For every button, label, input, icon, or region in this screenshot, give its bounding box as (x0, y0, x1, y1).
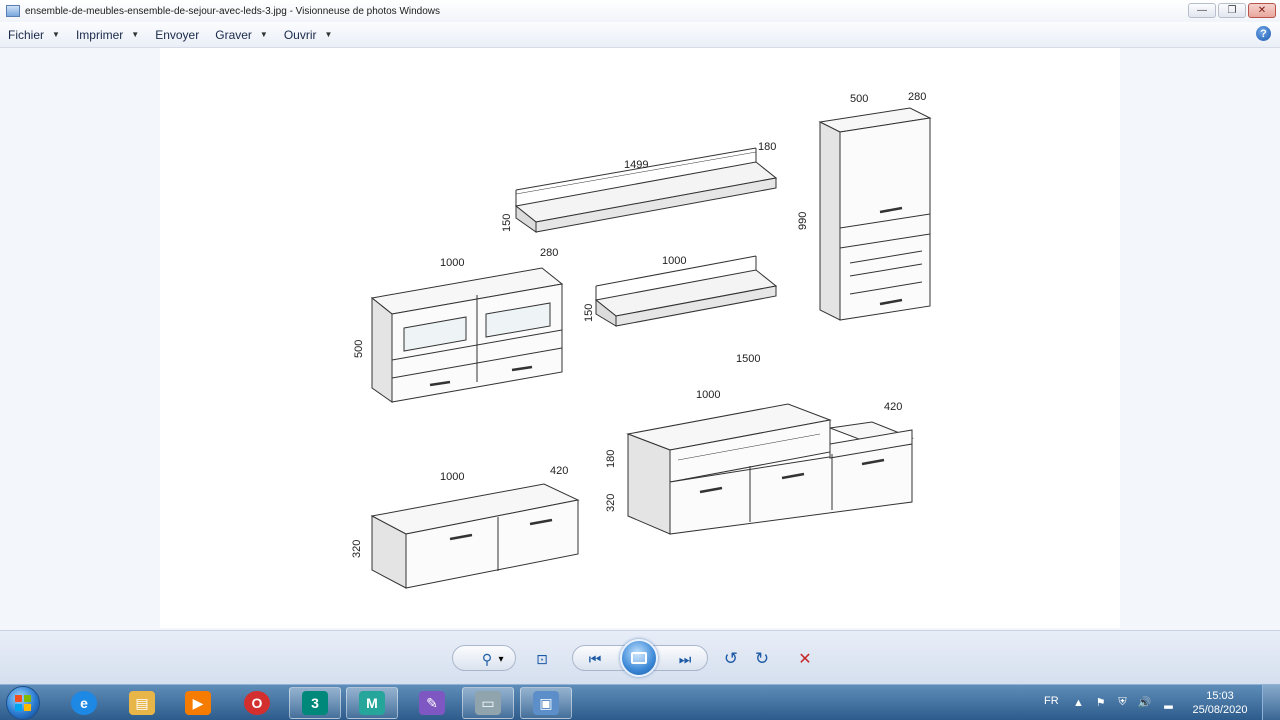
dim-tv-large-depth: 420 (884, 401, 902, 413)
help-icon[interactable]: ? (1256, 26, 1271, 41)
video-app-icon: ▭ (475, 691, 501, 715)
slideshow-button[interactable] (620, 639, 658, 677)
folder-icon: ▤ (129, 691, 155, 715)
restore-button[interactable]: ❐ (1218, 3, 1246, 18)
security-icon[interactable]: ⛨ (1116, 696, 1129, 709)
dim-shelf-mid-height: 150 (583, 304, 595, 322)
rotate-left-icon[interactable]: ↺ (720, 648, 742, 670)
furniture-drawing: 1499 180 150 1000 150 1000 280 500 500 2… (351, 91, 932, 589)
tv-unit-large (626, 403, 914, 535)
tv-unit-small (370, 483, 580, 589)
dim-shelf-mid-width: 1000 (662, 255, 686, 267)
zoom-dropdown-icon[interactable]: ▾ (496, 648, 506, 670)
photo-viewer-icon: ▣ (533, 691, 559, 715)
clock[interactable]: 15:03 25/08/2020 (1188, 689, 1252, 717)
glass-cabinet (370, 267, 564, 403)
previous-button[interactable]: ⏮ (582, 648, 608, 670)
next-button[interactable]: ⏭ (672, 648, 698, 670)
dim-tv-small-height: 320 (351, 540, 363, 558)
photo-viewer-app-icon (6, 5, 20, 17)
title-bar: ensemble-de-meubles-ensemble-de-sejour-a… (0, 0, 1280, 22)
menu-envoyer[interactable]: Envoyer (147, 24, 207, 46)
slideshow-icon (631, 652, 647, 664)
dim-tv-large-width: 1500 (736, 353, 760, 365)
dim-tv-small-width: 1000 (440, 471, 464, 483)
paint-icon: ✎ (419, 691, 445, 715)
menu-label: Ouvrir (283, 27, 317, 42)
taskbar-internet-explorer[interactable]: e (58, 687, 110, 719)
dim-cabinet-depth: 280 (540, 247, 558, 259)
actual-size-icon[interactable]: ⊡ (531, 648, 553, 670)
dim-tv-large-upper-height: 180 (605, 450, 617, 468)
clock-time: 15:03 (1206, 690, 1234, 702)
3dsmax-icon: 3 (302, 691, 328, 715)
taskbar-media-player[interactable]: ▶ (172, 687, 224, 719)
menu-label: Graver (215, 27, 252, 42)
start-button[interactable] (6, 686, 40, 720)
chevron-down-icon: ▼ (324, 30, 333, 39)
taskbar: e ▤ ▶ O 3 M ✎ ▭ ▣ FR ▲ ⚑ ⛨ 🔊 ▂ 15:03 25/… (0, 684, 1280, 720)
minimize-button[interactable]: — (1188, 3, 1216, 18)
dim-tv-large-lower-height: 320 (605, 494, 617, 512)
taskbar-opera[interactable]: O (231, 687, 283, 719)
dim-cabinet-width: 1000 (440, 257, 464, 269)
chevron-down-icon: ▼ (52, 30, 60, 39)
windows-logo-icon (15, 695, 31, 711)
action-center-icon[interactable]: ⚑ (1094, 696, 1107, 709)
chevron-down-icon: ▼ (259, 30, 268, 39)
dim-tv-large-inner-width: 1000 (696, 389, 720, 401)
window-title: ensemble-de-meubles-ensemble-de-sejour-a… (25, 5, 441, 17)
taskbar-file-explorer[interactable]: ▤ (116, 687, 168, 719)
menu-fichier[interactable]: Fichier ▼ (0, 24, 68, 46)
dim-tall-cabinet-width: 500 (850, 93, 868, 105)
delete-icon[interactable]: ✕ (794, 648, 816, 670)
chevron-down-icon: ▼ (131, 30, 140, 39)
menu-label: Fichier (8, 27, 45, 42)
taskbar-3dsmax[interactable]: 3 (289, 687, 341, 719)
maya-icon: M (359, 691, 385, 715)
taskbar-paint[interactable]: ✎ (406, 687, 458, 719)
dim-shelf-top-width: 1499 (624, 159, 648, 171)
clock-date: 25/08/2020 (1192, 704, 1248, 716)
network-icon[interactable]: ▂ (1162, 696, 1175, 709)
menu-graver[interactable]: Graver ▼ (207, 24, 276, 46)
taskbar-maya[interactable]: M (346, 687, 398, 719)
opera-icon: O (244, 691, 270, 715)
dim-shelf-top-depth: 180 (758, 141, 776, 153)
menu-label: Imprimer (75, 27, 124, 42)
menu-bar: Fichier ▼ Imprimer ▼ Envoyer Graver ▼ Ou… (0, 22, 1280, 48)
taskbar-video-app[interactable]: ▭ (462, 687, 514, 719)
volume-icon[interactable]: 🔊 (1138, 696, 1152, 709)
show-desktop-button[interactable] (1262, 685, 1280, 720)
language-indicator[interactable]: FR (1044, 695, 1059, 707)
dim-shelf-top-height: 150 (501, 214, 513, 232)
dim-tall-cabinet-height: 990 (797, 212, 809, 230)
menu-label: Envoyer (155, 27, 200, 42)
zoom-icon[interactable]: ⚲ (476, 648, 498, 670)
dim-tall-cabinet-depth: 280 (908, 91, 926, 103)
dim-cabinet-height: 500 (353, 340, 365, 358)
dim-tv-small-depth: 420 (550, 465, 568, 477)
photo-viewport: 1499 180 150 1000 150 1000 280 500 500 2… (0, 48, 1280, 630)
menu-ouvrir[interactable]: Ouvrir ▼ (276, 24, 341, 46)
menu-imprimer[interactable]: Imprimer ▼ (68, 24, 147, 46)
displayed-photo[interactable]: 1499 180 150 1000 150 1000 280 500 500 2… (160, 48, 1120, 628)
viewer-control-bar: ⚲ ▾ ⊡ ⏮ ⏭ ↺ ↻ ✕ (0, 630, 1280, 684)
tall-cabinet (818, 107, 932, 321)
rotate-right-icon[interactable]: ↻ (751, 648, 773, 670)
close-button[interactable]: ✕ (1248, 3, 1276, 18)
taskbar-photo-viewer[interactable]: ▣ (520, 687, 572, 719)
internet-explorer-icon: e (71, 691, 97, 715)
show-hidden-icons-icon[interactable]: ▲ (1072, 696, 1085, 709)
media-player-icon: ▶ (185, 691, 211, 715)
